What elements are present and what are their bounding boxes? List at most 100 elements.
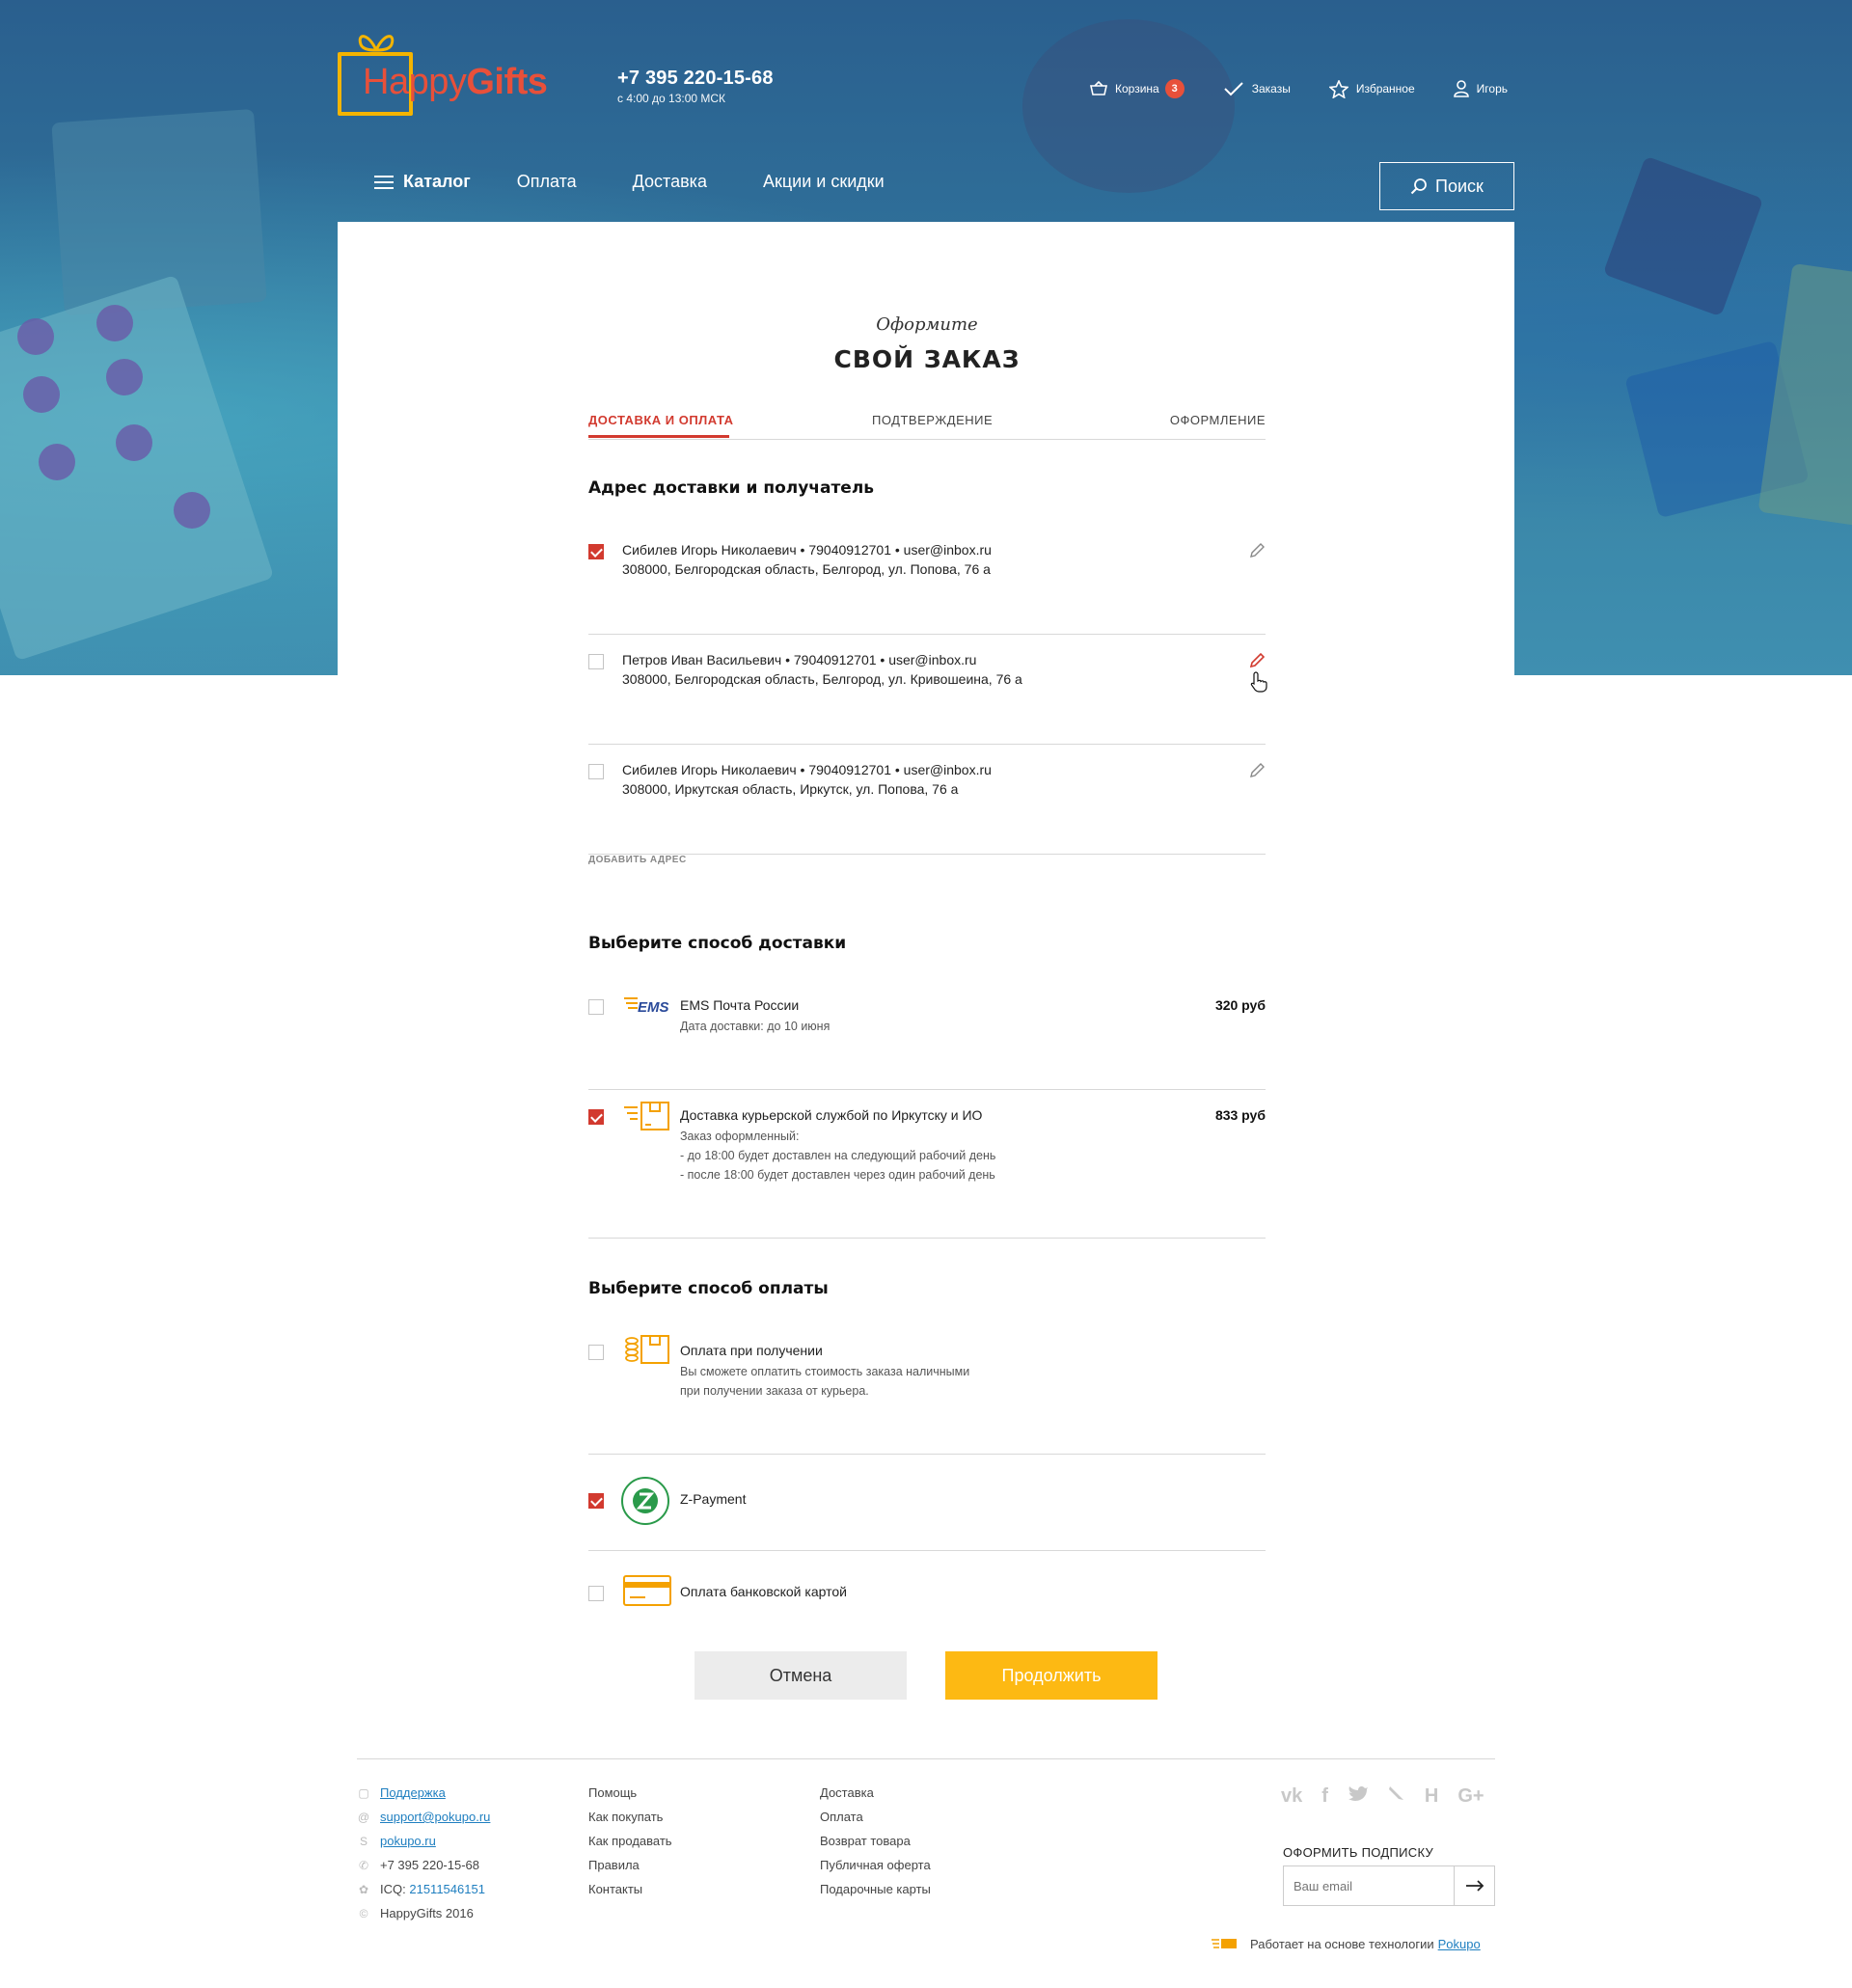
- cart-label: Корзина: [1115, 82, 1159, 95]
- svg-text:EMS: EMS: [638, 999, 669, 1016]
- ribbon-bow-decoration: [1022, 19, 1235, 193]
- habr-icon[interactable]: H: [1425, 1785, 1438, 1808]
- gift-box-decoration: [1602, 155, 1764, 317]
- cart-link[interactable]: Корзина 3: [1090, 79, 1185, 98]
- main-nav: Каталог Оплата Доставка Акции и скидки: [374, 172, 940, 192]
- user-icon: [1453, 80, 1469, 97]
- pokupo-link[interactable]: Pokupo: [1438, 1937, 1481, 1951]
- catalog-menu-button[interactable]: Каталог: [374, 172, 471, 192]
- vk-icon[interactable]: vk: [1281, 1785, 1302, 1808]
- email-link[interactable]: support@pokupo.ru: [380, 1810, 490, 1824]
- footer-link[interactable]: Публичная оферта: [820, 1853, 931, 1877]
- step-confirmation[interactable]: ПОДТВЕРЖДЕНИЕ: [872, 413, 993, 427]
- footer-link[interactable]: Правила: [588, 1853, 672, 1877]
- subscribe-email-input[interactable]: [1284, 1866, 1454, 1905]
- livejournal-icon[interactable]: [1388, 1784, 1405, 1808]
- facebook-icon[interactable]: f: [1321, 1785, 1328, 1808]
- footer-link[interactable]: Подарочные карты: [820, 1877, 931, 1901]
- skype-link[interactable]: pokupo.ru: [380, 1834, 436, 1848]
- payment-checkbox[interactable]: [588, 1586, 604, 1601]
- delivery-detail: - до 18:00 будет доставлен на следующий …: [680, 1149, 996, 1162]
- catalog-label: Каталог: [403, 172, 471, 191]
- hand-cursor-icon: [1250, 671, 1267, 693]
- google-plus-icon[interactable]: G+: [1457, 1785, 1484, 1808]
- orders-link[interactable]: Заказы: [1223, 81, 1291, 96]
- payment-option[interactable]: Оплата при получении Вы сможете оплатить…: [588, 1329, 1266, 1455]
- continue-button[interactable]: Продолжить: [945, 1651, 1158, 1700]
- edit-pencil-icon[interactable]: [1248, 542, 1266, 559]
- delivery-price: 833 руб: [1214, 1107, 1266, 1123]
- footer-link[interactable]: Доставка: [820, 1781, 931, 1805]
- address-line: 308000, Белгородская область, Белгород, …: [622, 671, 1022, 687]
- nav-item-payment[interactable]: Оплата: [517, 172, 577, 192]
- footer-help-links: Помощь Как покупать Как продавать Правил…: [588, 1781, 672, 1901]
- add-address-link[interactable]: ДОБАВИТЬ АДРЕС: [588, 855, 687, 865]
- logo[interactable]: HappyGifts: [338, 27, 548, 116]
- payment-checkbox[interactable]: [588, 1345, 604, 1360]
- hamburger-icon: [374, 175, 394, 189]
- address-checkbox[interactable]: [588, 544, 604, 559]
- delivery-detail: Заказ оформленный:: [680, 1130, 800, 1143]
- delivery-checkbox[interactable]: [588, 1109, 604, 1125]
- favorites-link[interactable]: Избранное: [1328, 79, 1415, 98]
- search-button[interactable]: Поиск: [1379, 162, 1514, 210]
- user-link[interactable]: Игорь: [1453, 80, 1508, 97]
- polka-dot: [106, 359, 143, 395]
- footer-link[interactable]: Как продавать: [588, 1829, 672, 1853]
- footer-contacts: ▢ Поддержка @ support@pokupo.ru Spokupo.ru…: [357, 1781, 490, 1925]
- search-label: Поиск: [1435, 176, 1484, 196]
- address-row[interactable]: Сибилев Игорь Николаевич • 79040912701 •…: [588, 749, 1266, 855]
- header-phone[interactable]: +7 395 220-15-68: [617, 68, 774, 90]
- nav-item-promotions[interactable]: Акции и скидки: [763, 172, 885, 192]
- address-line: 308000, Белгородская область, Белгород, …: [622, 561, 991, 577]
- payment-detail: Вы сможете оплатить стоимость заказа нал…: [680, 1365, 970, 1378]
- page-title: СВОЙ ЗАКАЗ: [833, 345, 1021, 373]
- edit-pencil-icon[interactable]: [1248, 652, 1266, 669]
- page-subtitle: Оформите: [876, 314, 978, 335]
- logo-text: HappyGifts: [363, 62, 548, 102]
- subscribe-submit-button[interactable]: [1454, 1866, 1494, 1905]
- delivery-detail: Дата доставки: до 10 июня: [680, 1020, 831, 1033]
- footer-link[interactable]: Контакты: [588, 1877, 672, 1901]
- address-checkbox[interactable]: [588, 654, 604, 669]
- icq-label: ICQ:: [380, 1882, 406, 1896]
- footer-link[interactable]: Как покупать: [588, 1805, 672, 1829]
- address-checkbox[interactable]: [588, 764, 604, 779]
- address-section-title: Адрес доставки и получатель: [588, 478, 875, 498]
- courier-box-icon: [624, 1102, 669, 1130]
- nav-item-delivery[interactable]: Доставка: [633, 172, 707, 192]
- phone-icon: ✆: [358, 1858, 369, 1872]
- delivery-name: Доставка курьерской службой по Иркутску …: [680, 1107, 983, 1123]
- twitter-icon[interactable]: [1348, 1784, 1369, 1808]
- polka-dot: [39, 444, 75, 480]
- delivery-option[interactable]: EMS EMS Почта России Дата доставки: до 1…: [588, 984, 1266, 1090]
- footer-link[interactable]: Возврат товара: [820, 1829, 931, 1853]
- support-link[interactable]: Поддержка: [380, 1785, 446, 1800]
- at-icon: @: [357, 1810, 370, 1824]
- address-line: 308000, Иркутская область, Иркутск, ул. …: [622, 781, 959, 797]
- payment-option[interactable]: Z-Payment: [588, 1458, 1266, 1551]
- delivery-name: EMS Почта России: [680, 997, 800, 1013]
- icq-value[interactable]: 21511546151: [409, 1882, 485, 1896]
- address-row[interactable]: Сибилев Игорь Николаевич • 79040912701 •…: [588, 529, 1266, 635]
- address-row[interactable]: Петров Иван Васильевич • 79040912701 • u…: [588, 639, 1267, 745]
- cart-count-badge: 3: [1164, 79, 1185, 98]
- delivery-checkbox[interactable]: [588, 999, 604, 1015]
- copyright-icon: ©: [359, 1906, 368, 1920]
- powered-text: Работает на основе технологии: [1250, 1936, 1434, 1951]
- step-checkout[interactable]: ОФОРМЛЕНИЕ: [1170, 413, 1266, 427]
- step-delivery-payment[interactable]: ДОСТАВКА И ОПЛАТА: [588, 413, 734, 427]
- footer-link[interactable]: Оплата: [820, 1805, 931, 1829]
- footer-link[interactable]: Помощь: [588, 1781, 672, 1805]
- favorites-label: Избранное: [1355, 82, 1415, 95]
- cancel-button[interactable]: Отмена: [694, 1651, 907, 1700]
- payment-name: Z-Payment: [680, 1491, 747, 1507]
- edit-pencil-icon[interactable]: [1248, 762, 1266, 779]
- payment-option[interactable]: Оплата банковской картой: [588, 1551, 1266, 1648]
- payment-checkbox[interactable]: [588, 1493, 604, 1509]
- footer-phone: +7 395 220-15-68: [380, 1858, 480, 1872]
- polka-dot: [116, 424, 152, 461]
- ems-logo-icon: EMS: [624, 997, 669, 1016]
- delivery-option[interactable]: Доставка курьерской службой по Иркутску …: [588, 1094, 1266, 1239]
- checkmark-icon: [1224, 82, 1243, 96]
